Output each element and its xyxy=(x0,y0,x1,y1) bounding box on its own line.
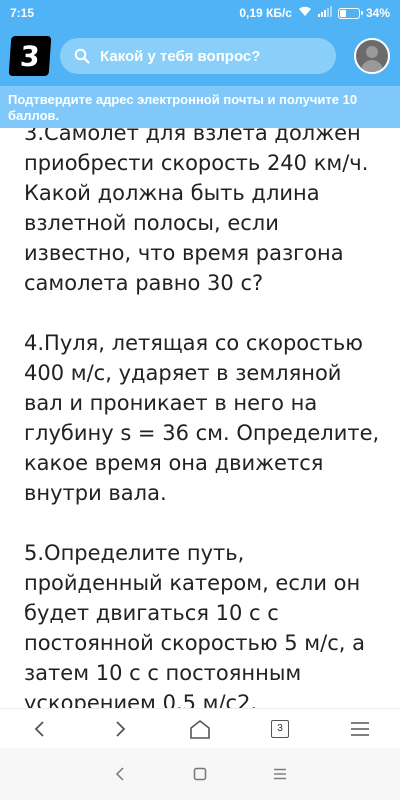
znanija-logo[interactable]: 3 xyxy=(8,36,52,76)
status-indicators: 0,19 КБ/с 34% xyxy=(239,6,390,20)
question-text-block: 3.Самолет для взлета должен приобрести с… xyxy=(24,128,384,708)
user-avatar[interactable] xyxy=(354,38,390,74)
wifi-icon xyxy=(298,6,312,20)
browser-toolbar: 3 xyxy=(0,708,400,748)
search-icon xyxy=(74,48,90,64)
forward-button[interactable] xyxy=(100,709,140,749)
email-verify-notice[interactable]: Подтвердите адрес электронной почты и по… xyxy=(0,86,400,128)
question-item: 3.Самолет для взлета должен приобрести с… xyxy=(24,128,369,295)
menu-button[interactable] xyxy=(340,709,380,749)
nav-home-icon xyxy=(193,767,207,781)
back-icon xyxy=(34,720,44,737)
home-icon xyxy=(190,719,210,739)
signal-icon xyxy=(317,6,332,20)
question-item: 4.Пуля, летящая со скоростью 400 м/с, уд… xyxy=(24,331,380,505)
status-time: 7:15 xyxy=(10,6,35,20)
nav-back-icon xyxy=(115,767,124,781)
network-speed: 0,19 КБ/с xyxy=(239,6,292,20)
forward-icon xyxy=(116,720,126,737)
battery-icon xyxy=(337,7,363,19)
nav-recents-button[interactable] xyxy=(260,754,300,794)
nav-back-button[interactable] xyxy=(100,754,140,794)
tabs-button[interactable]: 3 xyxy=(260,709,300,749)
menu-icon xyxy=(351,721,369,736)
system-nav-bar xyxy=(0,748,400,800)
back-button[interactable] xyxy=(20,709,60,749)
tabs-icon: 3 xyxy=(271,719,289,738)
question-content: 3.Самолет для взлета должен приобрести с… xyxy=(0,128,400,708)
status-bar: 7:15 0,19 КБ/с 34% xyxy=(0,0,400,26)
avatar-head xyxy=(366,46,378,58)
search-placeholder: Какой у тебя вопрос? xyxy=(100,47,261,65)
avatar-body xyxy=(361,60,383,72)
nav-recents-icon xyxy=(274,768,286,780)
home-button[interactable] xyxy=(180,709,220,749)
app-header: 3 Какой у тебя вопрос? xyxy=(0,26,400,86)
question-item: 5.Определите путь, пройденный катером, е… xyxy=(24,541,365,708)
battery-fill xyxy=(339,9,346,17)
battery-percent: 34% xyxy=(365,6,390,20)
nav-home-button[interactable] xyxy=(180,754,220,794)
search-input[interactable]: Какой у тебя вопрос? xyxy=(60,38,336,74)
